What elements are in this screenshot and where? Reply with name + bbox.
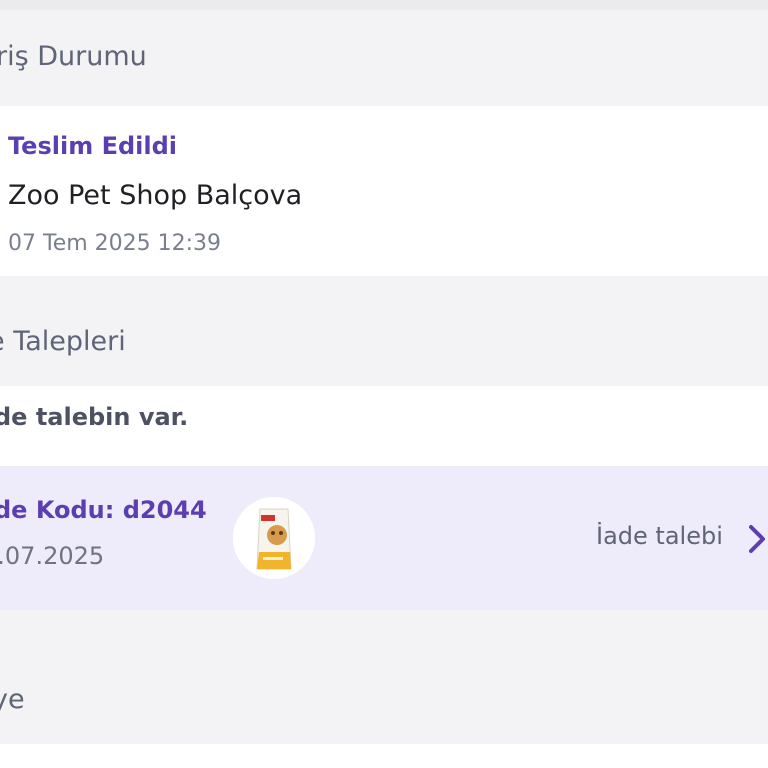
returns-section-header: e Talepleri [0, 276, 768, 386]
delivery-section-header: riş Durumu [0, 10, 768, 102]
returns-section-title: e Talepleri [0, 326, 126, 357]
return-request-row[interactable]: de Kodu: d2044 9.07.2025 İade talebi [0, 466, 768, 610]
top-strip [0, 0, 768, 10]
product-thumbnail [233, 497, 315, 579]
bottom-section-title: ye [0, 684, 25, 715]
bottom-card [0, 744, 768, 768]
return-status-label: İade talebi [596, 522, 723, 550]
delivery-section-title: riş Durumu [0, 41, 147, 72]
delivery-date: 07 Tem 2025 12:39 [8, 231, 222, 256]
section-gap [0, 610, 768, 636]
delivery-card[interactable]: Teslim Edildi Zoo Pet Shop Balçova 07 Te… [0, 106, 768, 276]
return-banner: de talebin var. [0, 386, 768, 466]
chevron-right-icon[interactable] [745, 523, 768, 555]
cat-food-bag-icon [233, 497, 315, 579]
store-name: Zoo Pet Shop Balçova [8, 180, 303, 211]
return-code: de Kodu: d2044 [0, 496, 207, 524]
return-date: 9.07.2025 [0, 542, 105, 570]
return-banner-text: de talebin var. [0, 403, 189, 431]
delivery-status: Teslim Edildi [8, 132, 177, 160]
bottom-section-header[interactable]: ye [0, 636, 768, 744]
